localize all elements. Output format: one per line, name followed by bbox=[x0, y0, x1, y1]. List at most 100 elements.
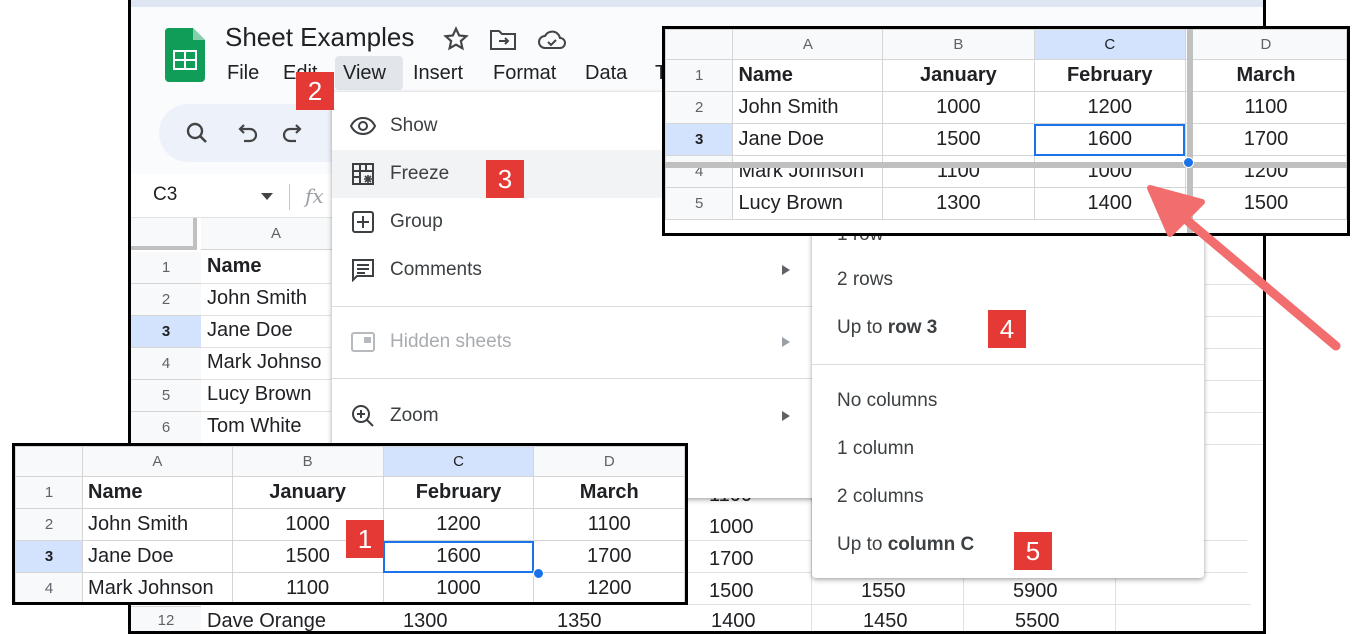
column-header-a[interactable]: A bbox=[732, 29, 884, 60]
cell-a3[interactable]: Jane Doe bbox=[732, 123, 884, 156]
cell-b3[interactable]: 1500 bbox=[882, 123, 1035, 156]
corner-cell[interactable] bbox=[131, 218, 197, 250]
cell-a4[interactable]: Mark Johnson bbox=[82, 572, 233, 602]
menu-insert[interactable]: Insert bbox=[413, 62, 463, 85]
row-header-5[interactable]: 5 bbox=[131, 380, 201, 412]
menu-view[interactable]: View bbox=[335, 56, 403, 90]
cell-a2[interactable]: John Smith bbox=[207, 287, 307, 310]
menu-item-comments[interactable]: Comments bbox=[332, 246, 816, 294]
search-icon[interactable] bbox=[185, 121, 209, 150]
corner-cell[interactable] bbox=[15, 446, 84, 477]
cell-a6[interactable]: Tom White bbox=[207, 415, 301, 438]
sheets-logo-icon[interactable] bbox=[164, 28, 205, 87]
redo-icon[interactable] bbox=[281, 123, 305, 150]
column-header-c[interactable]: C bbox=[1033, 29, 1186, 60]
column-header-b[interactable]: B bbox=[231, 446, 384, 477]
cell-f12[interactable]: 5500 bbox=[1015, 610, 1060, 631]
row-header-5[interactable]: 5 bbox=[665, 187, 734, 220]
row-header-2[interactable]: 2 bbox=[131, 284, 201, 316]
cell-e4[interactable]: 1500 bbox=[709, 580, 754, 603]
freeze-2-rows[interactable]: 2 rows bbox=[837, 269, 893, 291]
column-header-c[interactable]: C bbox=[382, 446, 535, 477]
menu-format[interactable]: Format bbox=[493, 62, 556, 85]
cell-a4[interactable]: Mark Johnson bbox=[732, 155, 884, 188]
cell-d3[interactable]: 1700 bbox=[533, 540, 685, 573]
row-header-4[interactable]: 4 bbox=[665, 155, 734, 188]
column-header-d[interactable]: D bbox=[1184, 29, 1347, 60]
row-header-12[interactable]: 12 bbox=[131, 606, 201, 631]
cell-d2[interactable]: 1100 bbox=[1184, 91, 1347, 124]
cell-d1[interactable]: March bbox=[533, 476, 685, 509]
menu-file[interactable]: File bbox=[227, 62, 259, 85]
cell-a3[interactable]: Jane Doe bbox=[207, 319, 293, 342]
cell-b2[interactable]: 1000 bbox=[882, 91, 1035, 124]
cell-a1[interactable]: Name bbox=[207, 255, 261, 278]
cell-b12[interactable]: 1300 bbox=[403, 610, 448, 631]
cell-c1[interactable]: February bbox=[1033, 59, 1186, 92]
corner-cell[interactable] bbox=[665, 29, 734, 60]
cloud-saved-icon[interactable] bbox=[537, 28, 567, 57]
cell-b1[interactable]: January bbox=[231, 476, 384, 509]
cell-f4[interactable]: 1550 bbox=[861, 580, 906, 603]
freeze-no-columns[interactable]: No columns bbox=[837, 390, 937, 412]
row-header-1[interactable]: 1 bbox=[131, 252, 201, 284]
cell-a5[interactable]: Lucy Brown bbox=[207, 383, 312, 406]
cell-a2[interactable]: John Smith bbox=[732, 91, 884, 124]
cell-d2[interactable]: 1100 bbox=[533, 508, 685, 541]
cell-b4[interactable]: 1100 bbox=[231, 572, 384, 602]
freeze-up-to-row[interactable]: Up to row 3 bbox=[837, 317, 937, 339]
cell-d4[interactable]: 1200 bbox=[533, 572, 685, 602]
row-header-2[interactable]: 2 bbox=[665, 91, 734, 124]
row-header-3[interactable]: 3 bbox=[665, 123, 734, 156]
row-header-3[interactable]: 3 bbox=[131, 316, 201, 348]
freeze-up-to-column[interactable]: Up to column C bbox=[837, 534, 974, 556]
selection-handle[interactable] bbox=[533, 568, 544, 579]
move-folder-icon[interactable] bbox=[489, 28, 517, 57]
cell-c3[interactable]: 1600 bbox=[1033, 123, 1186, 156]
cell-e2[interactable]: 1000 bbox=[709, 516, 754, 539]
cell-c1[interactable]: February bbox=[382, 476, 535, 509]
cell-g4[interactable]: 5900 bbox=[1013, 580, 1058, 603]
freeze-2-columns[interactable]: 2 columns bbox=[837, 486, 924, 508]
cell-a1[interactable]: Name bbox=[732, 59, 884, 92]
row-header-1[interactable]: 1 bbox=[665, 59, 734, 92]
star-icon[interactable] bbox=[443, 26, 469, 57]
row-header-2[interactable]: 2 bbox=[15, 508, 84, 541]
cell-c3[interactable]: 1600 bbox=[382, 540, 535, 573]
cell-a12[interactable]: Dave Orange bbox=[207, 610, 326, 631]
cell-d3[interactable]: 1700 bbox=[1184, 123, 1347, 156]
column-header-b[interactable]: B bbox=[882, 29, 1035, 60]
cell-b1[interactable]: January bbox=[882, 59, 1035, 92]
selection-handle[interactable] bbox=[1183, 157, 1194, 168]
chevron-down-icon[interactable] bbox=[261, 193, 273, 200]
cell-c4[interactable]: 1000 bbox=[382, 572, 535, 602]
undo-icon[interactable] bbox=[235, 123, 259, 150]
column-header-d[interactable]: D bbox=[533, 446, 685, 477]
row-header-4[interactable]: 4 bbox=[15, 572, 84, 602]
cell-b5[interactable]: 1300 bbox=[882, 187, 1035, 220]
column-header-a[interactable]: A bbox=[82, 446, 233, 477]
menu-data[interactable]: Data bbox=[585, 62, 627, 85]
cell-a1[interactable]: Name bbox=[82, 476, 233, 509]
cell-c12[interactable]: 1350 bbox=[557, 610, 602, 631]
document-title[interactable]: Sheet Examples bbox=[225, 22, 414, 53]
cell-e12[interactable]: 1450 bbox=[863, 610, 908, 631]
name-box[interactable]: C3 bbox=[153, 184, 177, 206]
menu-item-zoom[interactable]: Zoom bbox=[332, 392, 816, 440]
row-header-1[interactable]: 1 bbox=[15, 476, 84, 509]
cell-d12[interactable]: 1400 bbox=[711, 610, 756, 631]
cell-b4[interactable]: 1100 bbox=[882, 155, 1035, 188]
cell-a3[interactable]: Jane Doe bbox=[82, 540, 233, 573]
row-header-3[interactable]: 3 bbox=[15, 540, 84, 573]
cell-d1[interactable]: March bbox=[1184, 59, 1347, 92]
freeze-1-column[interactable]: 1 column bbox=[837, 438, 914, 460]
cell-a4[interactable]: Mark Johnso bbox=[207, 351, 322, 374]
cell-c2[interactable]: 1200 bbox=[1033, 91, 1186, 124]
row-header-6[interactable]: 6 bbox=[131, 412, 201, 444]
column-header-a[interactable]: A bbox=[201, 218, 351, 250]
cell-a2[interactable]: John Smith bbox=[82, 508, 233, 541]
row-header-4[interactable]: 4 bbox=[131, 348, 201, 380]
cell-e3[interactable]: 1700 bbox=[709, 548, 754, 571]
cell-a5[interactable]: Lucy Brown bbox=[732, 187, 884, 220]
cell-c2[interactable]: 1200 bbox=[382, 508, 535, 541]
